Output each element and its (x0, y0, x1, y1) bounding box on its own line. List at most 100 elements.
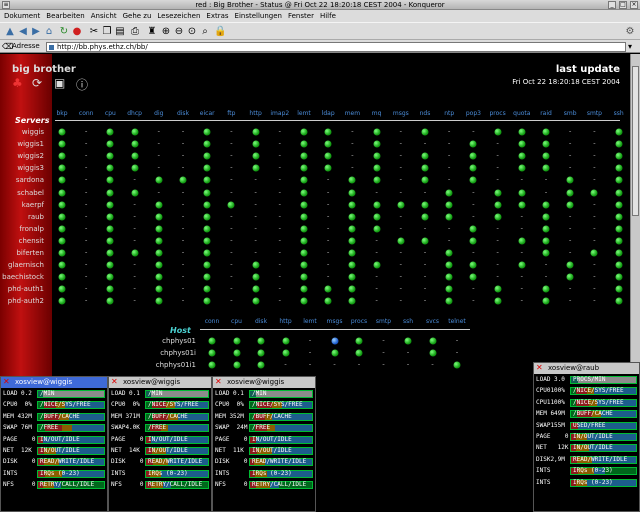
status-ok-icon[interactable] (233, 337, 240, 345)
xosview-titlebar[interactable]: ✕ xosview@wiggis (1, 377, 107, 388)
window-titlebar[interactable]: ≡ red : Big Brother - Status @ Fri Oct 2… (0, 0, 640, 10)
status-ok-icon[interactable] (208, 349, 216, 357)
status-ok-icon[interactable] (106, 285, 114, 293)
status-ok-icon[interactable] (615, 273, 623, 281)
status-ok-icon[interactable] (348, 261, 356, 269)
status-ok-icon[interactable] (203, 237, 211, 245)
status-ok-icon[interactable] (257, 349, 265, 357)
status-ok-icon[interactable] (397, 201, 405, 209)
status-ok-icon[interactable] (58, 164, 66, 172)
column-header-cpu[interactable]: cpu (105, 110, 116, 117)
home-icon[interactable]: ⌂ (43, 26, 55, 38)
column-header-pop3[interactable]: pop3 (466, 110, 481, 117)
status-ok-icon[interactable] (445, 249, 453, 257)
column-header-ldap[interactable]: ldap (322, 110, 335, 117)
column-header-nds[interactable]: nds (420, 110, 431, 117)
status-ok-icon[interactable] (324, 285, 332, 293)
status-ok-icon[interactable] (469, 273, 477, 281)
column-header-eicar[interactable]: eicar (200, 110, 215, 117)
status-ok-icon[interactable] (300, 189, 308, 196)
status-ok-icon[interactable] (542, 297, 550, 305)
status-ok-icon[interactable] (469, 237, 477, 245)
status-ok-icon[interactable] (421, 176, 429, 184)
status-ok-icon[interactable] (257, 361, 265, 369)
menu-item-dokument[interactable]: Dokument (4, 12, 40, 20)
status-ok-icon[interactable] (252, 297, 260, 305)
column-header-smtp[interactable]: smtp (587, 110, 602, 117)
status-ok-icon[interactable] (252, 273, 260, 281)
status-ok-icon[interactable] (348, 297, 356, 305)
status-ok-icon[interactable] (257, 337, 265, 345)
status-ok-icon[interactable] (429, 349, 436, 357)
column-header-disk[interactable]: disk (177, 110, 189, 117)
find-icon[interactable]: ⌕ (199, 26, 211, 38)
security-icon[interactable]: ♜ (146, 26, 158, 38)
status-ok-icon[interactable] (373, 225, 381, 233)
status-ok-icon[interactable] (542, 164, 550, 172)
host-column-header-procs[interactable]: procs (351, 318, 367, 325)
status-ok-icon[interactable] (566, 201, 574, 209)
status-ok-icon[interactable] (233, 349, 240, 357)
status-ok-icon[interactable] (421, 128, 429, 136)
status-ok-icon[interactable] (469, 176, 477, 184)
status-ok-icon[interactable] (615, 176, 623, 184)
status-ok-icon[interactable] (373, 176, 381, 184)
print-icon[interactable]: ⎙ (129, 26, 141, 38)
url-input[interactable]: http://bb.phys.ethz.ch/bb/ (46, 42, 626, 52)
status-ok-icon[interactable] (252, 140, 260, 148)
status-ok-icon[interactable] (348, 213, 356, 221)
status-ok-icon[interactable] (324, 152, 332, 160)
status-ok-icon[interactable] (348, 273, 356, 281)
status-ok-icon[interactable] (348, 201, 356, 209)
status-ok-icon[interactable] (518, 189, 526, 196)
menu-item-einstellungen[interactable]: Einstellungen (235, 12, 282, 20)
status-ok-icon[interactable] (58, 285, 66, 293)
host-name-chphys01[interactable]: chphys01 (146, 337, 196, 345)
status-ok-icon[interactable] (58, 176, 66, 184)
status-ok-icon[interactable] (445, 261, 453, 269)
status-ok-icon[interactable] (252, 261, 260, 269)
cut-icon[interactable]: ✂ (88, 26, 100, 38)
status-ok-icon[interactable] (131, 249, 139, 257)
info-icon[interactable]: ⓘ (76, 76, 88, 93)
close-icon[interactable]: ✕ (111, 378, 119, 386)
status-ok-icon[interactable] (155, 225, 163, 233)
status-ok-icon[interactable] (203, 189, 211, 196)
server-name-kaerpf[interactable]: kaerpf (0, 201, 44, 209)
status-ok-icon[interactable] (518, 164, 526, 172)
status-ok-icon[interactable] (300, 225, 308, 233)
status-ok-icon[interactable] (203, 297, 211, 305)
status-ok-icon[interactable] (348, 237, 356, 245)
status-ok-icon[interactable] (518, 140, 526, 148)
status-ok-icon[interactable] (348, 249, 356, 257)
xosview-window[interactable]: ✕ xosview@wiggis LOAD 0.2/MIN CPU0 0% /NICE/… (0, 376, 108, 512)
status-ok-icon[interactable] (445, 297, 453, 305)
up-icon[interactable]: ▲ (4, 26, 16, 38)
status-ok-icon[interactable] (155, 273, 163, 281)
status-ok-icon[interactable] (282, 337, 289, 345)
status-ok-icon[interactable] (203, 128, 211, 136)
server-name-chensit[interactable]: chensit (0, 237, 44, 245)
status-ok-icon[interactable] (494, 189, 502, 196)
status-ok-icon[interactable] (106, 237, 114, 245)
xosview-titlebar[interactable]: ✕ xosview@wiggis (109, 377, 211, 388)
status-ok-icon[interactable] (494, 297, 502, 305)
status-ok-icon[interactable] (155, 297, 163, 305)
status-ok-icon[interactable] (518, 201, 526, 209)
status-ok-icon[interactable] (58, 249, 66, 257)
status-ok-icon[interactable] (155, 261, 163, 269)
status-ok-icon[interactable] (445, 213, 453, 221)
status-ok-icon[interactable] (203, 213, 211, 221)
status-ok-icon[interactable] (615, 261, 623, 269)
status-ok-icon[interactable] (421, 201, 429, 209)
column-header-http[interactable]: http (249, 110, 261, 117)
status-ok-icon[interactable] (106, 201, 114, 209)
status-ok-icon[interactable] (300, 297, 308, 305)
status-ok-icon[interactable] (208, 361, 216, 369)
status-ok-icon[interactable] (566, 261, 574, 269)
status-ok-icon[interactable] (58, 297, 66, 305)
status-ok-icon[interactable] (106, 225, 114, 233)
status-ok-icon[interactable] (615, 297, 623, 305)
status-ok-icon[interactable] (421, 213, 429, 221)
status-ok-icon[interactable] (469, 225, 477, 233)
